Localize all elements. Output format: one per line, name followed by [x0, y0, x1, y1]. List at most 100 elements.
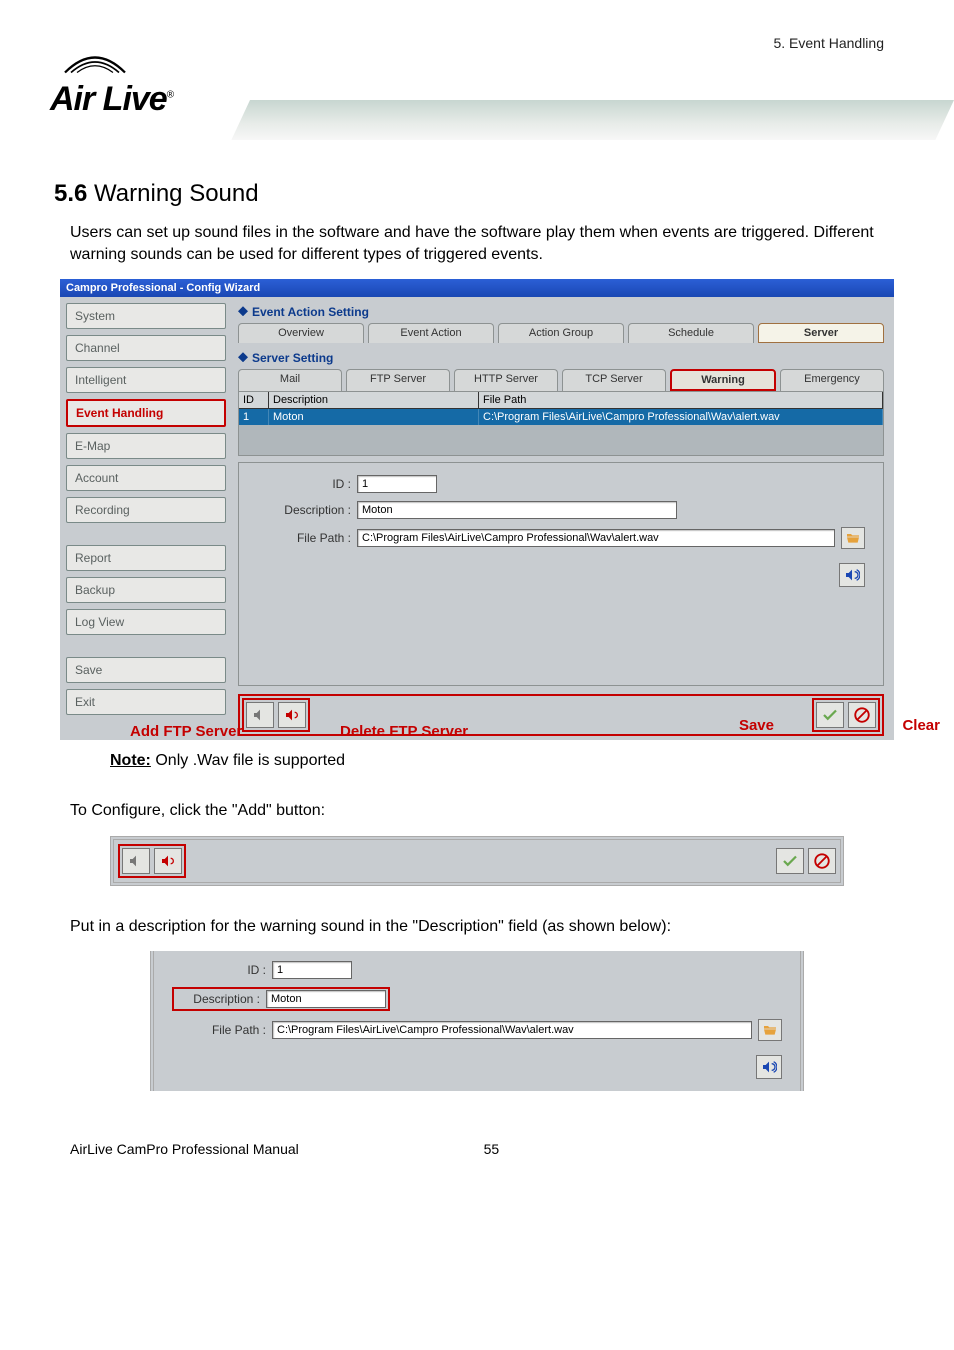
folder-open-icon	[845, 530, 861, 546]
col-filepath: File Path	[479, 392, 883, 408]
subtab-http[interactable]: HTTP Server	[454, 369, 558, 391]
sidebar-item-emap[interactable]: E-Map	[66, 433, 226, 459]
speaker-muted-icon	[128, 853, 144, 869]
sidebar-item-exit[interactable]: Exit	[66, 689, 226, 715]
section-number: 5.6	[54, 180, 87, 207]
subtab-mail[interactable]: Mail	[238, 369, 342, 391]
sidebar-item-channel[interactable]: Channel	[66, 335, 226, 361]
bottom-toolbar	[238, 694, 884, 736]
df-play-button[interactable]	[756, 1055, 782, 1079]
play-sound-button[interactable]	[839, 563, 865, 587]
clear-button-crop[interactable]	[808, 848, 836, 874]
df-id-input[interactable]	[272, 961, 352, 979]
delete-button-crop[interactable]	[154, 848, 182, 874]
description-form-crop: ID : Description : File Path :	[150, 951, 804, 1091]
description-field-text: Put in a description for the warning sou…	[70, 916, 884, 938]
config-wizard-window: Campro Professional - Config Wizard Syst…	[60, 279, 894, 740]
sidebar-item-save[interactable]: Save	[66, 657, 226, 683]
add-button-crop[interactable]	[122, 848, 150, 874]
df-id-label: ID :	[172, 963, 272, 977]
cell-desc: Moton	[269, 409, 479, 425]
filepath-label: File Path :	[257, 531, 357, 545]
filepath-input[interactable]	[357, 529, 835, 547]
cell-id: 1	[239, 409, 269, 425]
delete-server-button[interactable]	[278, 702, 306, 728]
save-button-crop[interactable]	[776, 848, 804, 874]
tab-server[interactable]: Server	[758, 323, 884, 343]
chapter-reference: 5. Event Handling	[773, 35, 884, 51]
browse-button[interactable]	[841, 527, 865, 549]
subtab-warning[interactable]: Warning	[670, 369, 776, 391]
warning-sounds-table: ID Description File Path 1 Moton C:\Prog…	[238, 391, 884, 456]
logo-registered: ®	[167, 90, 173, 101]
footer-manual-name: AirLive CamPro Professional Manual	[70, 1141, 299, 1157]
logo-text: Air Live	[50, 80, 167, 118]
tab-event-action[interactable]: Event Action	[368, 323, 494, 343]
airlive-logo: Air Live®	[50, 50, 173, 119]
subtab-emergency[interactable]: Emergency	[780, 369, 884, 391]
description-input[interactable]	[357, 501, 677, 519]
logo-arc-icon	[50, 50, 140, 80]
page-footer: AirLive CamPro Professional Manual 55	[50, 1121, 904, 1157]
configure-text: To Configure, click the "Add" button:	[70, 800, 884, 822]
subtab-tcp[interactable]: TCP Server	[562, 369, 666, 391]
table-header: ID Description File Path	[239, 392, 883, 409]
header-gradient	[231, 100, 954, 140]
cancel-icon	[813, 852, 831, 870]
speaker-on-icon	[160, 853, 176, 869]
note-label: Note:	[110, 752, 151, 769]
check-icon	[781, 852, 799, 870]
col-description: Description	[269, 392, 479, 408]
top-tab-row: Overview Event Action Action Group Sched…	[234, 323, 888, 343]
save-clear-group	[812, 698, 880, 732]
event-action-setting-title: Event Action Setting	[234, 303, 888, 323]
cell-path: C:\Program Files\AirLive\Campro Professi…	[479, 409, 883, 425]
description-label: Description :	[257, 503, 357, 517]
server-setting-title: Server Setting	[234, 349, 888, 369]
save-button[interactable]	[816, 702, 844, 728]
sidebar-item-report[interactable]: Report	[66, 545, 226, 571]
sidebar-item-logview[interactable]: Log View	[66, 609, 226, 635]
annot-save: Save	[739, 717, 774, 734]
subtab-ftp[interactable]: FTP Server	[346, 369, 450, 391]
note-body: Only .Wav file is supported	[155, 752, 345, 769]
annot-add: Add FTP Server	[130, 723, 242, 740]
df-path-input[interactable]	[272, 1021, 752, 1039]
speaker-add-icon	[252, 707, 268, 723]
tab-action-group[interactable]: Action Group	[498, 323, 624, 343]
sidebar-item-intelligent[interactable]: Intelligent	[66, 367, 226, 393]
col-id: ID	[239, 392, 269, 408]
sidebar-item-event-handling[interactable]: Event Handling	[66, 399, 226, 427]
section-intro: Users can set up sound files in the soft…	[70, 222, 884, 265]
sub-tab-row: Mail FTP Server HTTP Server TCP Server W…	[234, 369, 888, 391]
add-buttons-highlight	[118, 844, 186, 878]
folder-open-icon	[762, 1022, 778, 1038]
window-titlebar: Campro Professional - Config Wizard	[60, 279, 894, 297]
warning-form: ID : Description : File Path :	[238, 462, 884, 686]
add-delete-group	[242, 698, 310, 732]
cancel-icon	[853, 706, 871, 724]
section-title-text: Warning Sound	[94, 180, 259, 207]
add-server-button[interactable]	[246, 702, 274, 728]
check-icon	[821, 706, 839, 724]
sidebar-item-backup[interactable]: Backup	[66, 577, 226, 603]
table-row[interactable]: 1 Moton C:\Program Files\AirLive\Campro …	[239, 409, 883, 425]
id-label: ID :	[257, 477, 357, 491]
add-toolbar-crop	[110, 836, 844, 886]
speaker-delete-icon	[284, 707, 300, 723]
content-pane: Event Action Setting Overview Event Acti…	[234, 303, 888, 736]
sidebar-item-system[interactable]: System	[66, 303, 226, 329]
tab-schedule[interactable]: Schedule	[628, 323, 754, 343]
sidebar-item-account[interactable]: Account	[66, 465, 226, 491]
df-browse-button[interactable]	[758, 1019, 782, 1041]
clear-button[interactable]	[848, 702, 876, 728]
id-input[interactable]	[357, 475, 437, 493]
annot-delete: Delete FTP Server	[340, 723, 468, 740]
section-heading: 5.6 Warning Sound	[50, 180, 904, 208]
config-sidebar: System Channel Intelligent Event Handlin…	[66, 303, 226, 736]
df-desc-input[interactable]	[266, 990, 386, 1008]
sidebar-item-recording[interactable]: Recording	[66, 497, 226, 523]
df-desc-label: Description :	[176, 992, 266, 1006]
tab-overview[interactable]: Overview	[238, 323, 364, 343]
speaker-icon	[844, 567, 860, 583]
